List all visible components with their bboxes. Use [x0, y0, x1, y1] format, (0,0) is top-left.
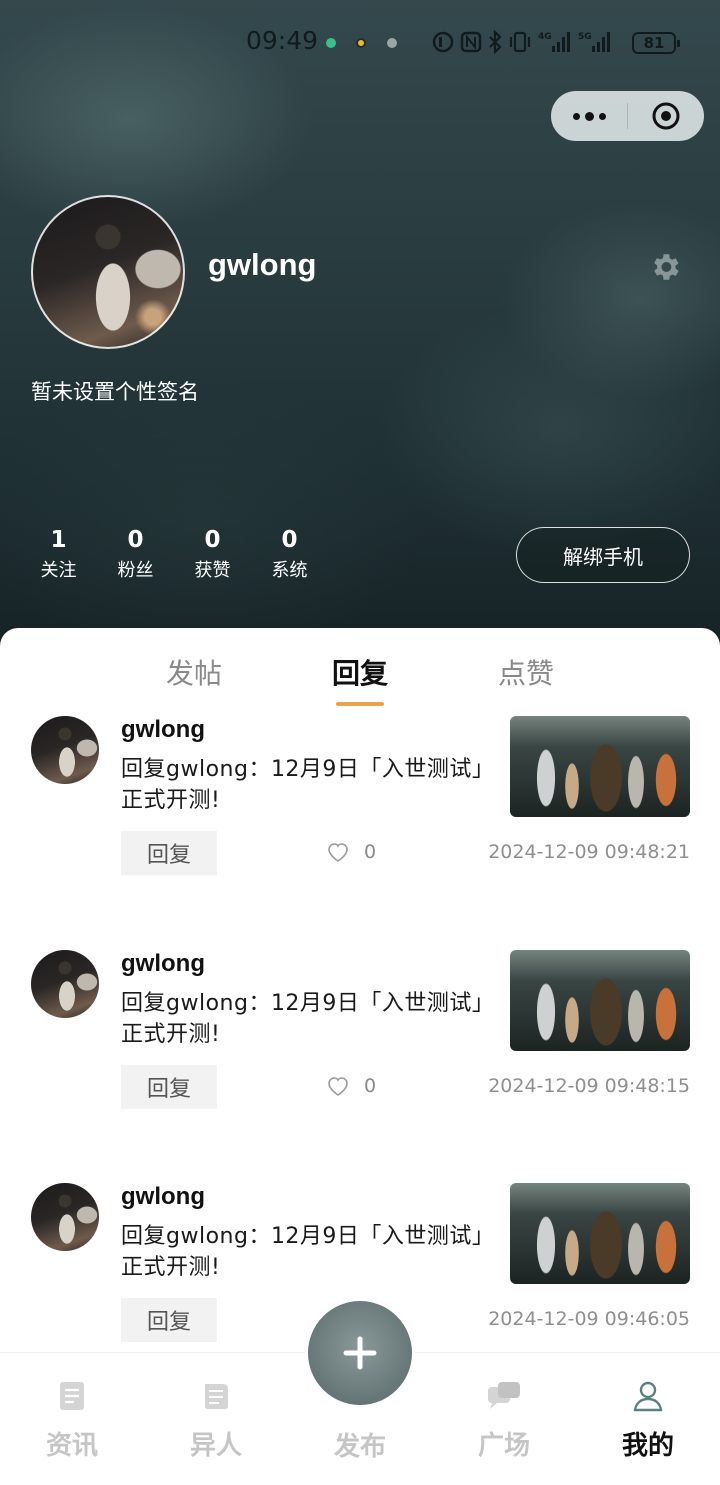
reply-time: 2024-12-09 09:48:15: [488, 1075, 690, 1097]
nav-item-mine[interactable]: 我的: [598, 1379, 698, 1462]
reply-username: gwlong: [121, 1183, 205, 1210]
svg-text:4G: 4G: [538, 32, 552, 42]
stat-value: 0: [204, 527, 221, 553]
notification-dot-yellow-icon: [356, 38, 366, 48]
tab-replies[interactable]: 回复: [300, 652, 420, 692]
status-icons: 4G 5G: [432, 28, 616, 56]
stat-label: 关注: [40, 560, 77, 581]
post-thumbnail[interactable]: [510, 716, 690, 817]
signal-4g-icon: 4G: [538, 32, 570, 52]
more-options-button[interactable]: [551, 91, 627, 141]
avatar[interactable]: [31, 716, 99, 784]
tab-likes[interactable]: 点赞: [466, 652, 586, 692]
reply-button[interactable]: 回复: [121, 831, 217, 875]
nav-label: 资讯: [45, 1431, 98, 1461]
avatar[interactable]: [31, 1183, 99, 1251]
nav-label: 异人: [189, 1431, 242, 1461]
plus-icon: [343, 1336, 377, 1370]
stat-label: 系统: [271, 560, 308, 581]
heart-icon: [328, 1077, 348, 1096]
unbind-phone-button[interactable]: 解绑手机: [516, 527, 690, 583]
stat-value: 1: [50, 527, 67, 553]
reply-time: 2024-12-09 09:48:21: [488, 841, 690, 863]
nav-item-plaza[interactable]: 广场: [454, 1379, 554, 1462]
notification-dot-green-icon: [326, 38, 336, 48]
reply-time: 2024-12-09 09:46:05: [488, 1308, 690, 1330]
like-count: 0: [364, 841, 377, 863]
profile-avatar[interactable]: [31, 195, 185, 349]
battery-icon: 81: [632, 32, 680, 54]
mini-program-capsule: [551, 91, 704, 141]
close-mini-program-button[interactable]: [628, 91, 704, 141]
nav-label: 我的: [621, 1431, 674, 1461]
stat-value: 0: [281, 527, 298, 553]
chat-bubbles-icon: [488, 1382, 520, 1409]
stat-following[interactable]: 1 关注: [20, 525, 97, 585]
dot-icon: [584, 111, 594, 121]
nfc-icon: [460, 31, 482, 53]
nav-item-characters[interactable]: 异人: [166, 1379, 266, 1462]
dot-icon: [598, 112, 606, 120]
news-icon: [60, 1382, 84, 1410]
person-icon: [633, 1381, 663, 1412]
reply-text: 回复gwlong：12月9日「入世测试」正式开测!: [121, 757, 484, 813]
settings-button[interactable]: [648, 250, 682, 284]
reply-button[interactable]: 回复: [121, 1298, 217, 1342]
gear-icon: [654, 254, 679, 280]
like-count: 0: [364, 1075, 377, 1097]
hd-call-icon: [432, 31, 454, 53]
battery-level: 81: [643, 34, 665, 52]
post-thumbnail[interactable]: [510, 950, 690, 1051]
stat-value: 0: [127, 527, 144, 553]
post-thumbnail[interactable]: [510, 1183, 690, 1284]
scroll-icon: [205, 1384, 228, 1409]
reply-username: gwlong: [121, 716, 205, 743]
stat-label: 粉丝: [117, 560, 154, 581]
nav-item-news[interactable]: 资讯: [22, 1379, 122, 1462]
profile-header: 09:49 4G 5G 81 gwlong 暂未设置个性签名 1 关注 0 粉丝…: [0, 0, 720, 660]
reply-text: 回复gwlong：12月9日「入世测试」正式开测!: [121, 991, 484, 1047]
profile-stats: 1 关注 0 粉丝 0 获赞 0 系统: [20, 525, 328, 585]
nav-label: 广场: [477, 1431, 530, 1461]
stat-label: 获赞: [194, 560, 231, 581]
like-button[interactable]: 0: [326, 1075, 376, 1097]
signal-5g-icon: 5G: [578, 32, 610, 52]
publish-label: 发布: [333, 1432, 386, 1462]
list-item[interactable]: gwlong 回复gwlong：12月9日「入世测试」正式开测! 回复 0 20…: [0, 716, 720, 906]
avatar[interactable]: [31, 950, 99, 1018]
heart-icon: [328, 843, 348, 862]
reply-text: 回复gwlong：12月9日「入世测试」正式开测!: [121, 1224, 484, 1280]
stat-followers[interactable]: 0 粉丝: [97, 525, 174, 585]
list-item[interactable]: gwlong 回复gwlong：12月9日「入世测试」正式开测! 回复 0 20…: [0, 950, 720, 1140]
stat-system[interactable]: 0 系统: [251, 525, 328, 585]
publish-button[interactable]: [308, 1301, 412, 1405]
stat-likes-received[interactable]: 0 获赞: [174, 525, 251, 585]
tab-posts[interactable]: 发帖: [134, 652, 254, 692]
status-time: 09:49: [246, 26, 319, 55]
profile-signature: 暂未设置个性签名: [31, 380, 199, 404]
bluetooth-icon: [489, 30, 502, 54]
target-icon: [652, 102, 680, 130]
svg-text:5G: 5G: [578, 32, 592, 42]
status-bar: 09:49 4G 5G 81: [0, 22, 720, 62]
profile-username: gwlong: [208, 247, 317, 282]
tab-bar: 发帖 回复 点赞: [0, 628, 720, 712]
dot-icon: [572, 112, 580, 120]
reply-button[interactable]: 回复: [121, 1065, 217, 1109]
vibrate-icon: [509, 31, 531, 53]
like-button[interactable]: 0: [326, 841, 376, 863]
tab-active-indicator: [336, 702, 384, 706]
reply-username: gwlong: [121, 950, 205, 977]
notification-dot-gray-icon: [387, 38, 397, 48]
